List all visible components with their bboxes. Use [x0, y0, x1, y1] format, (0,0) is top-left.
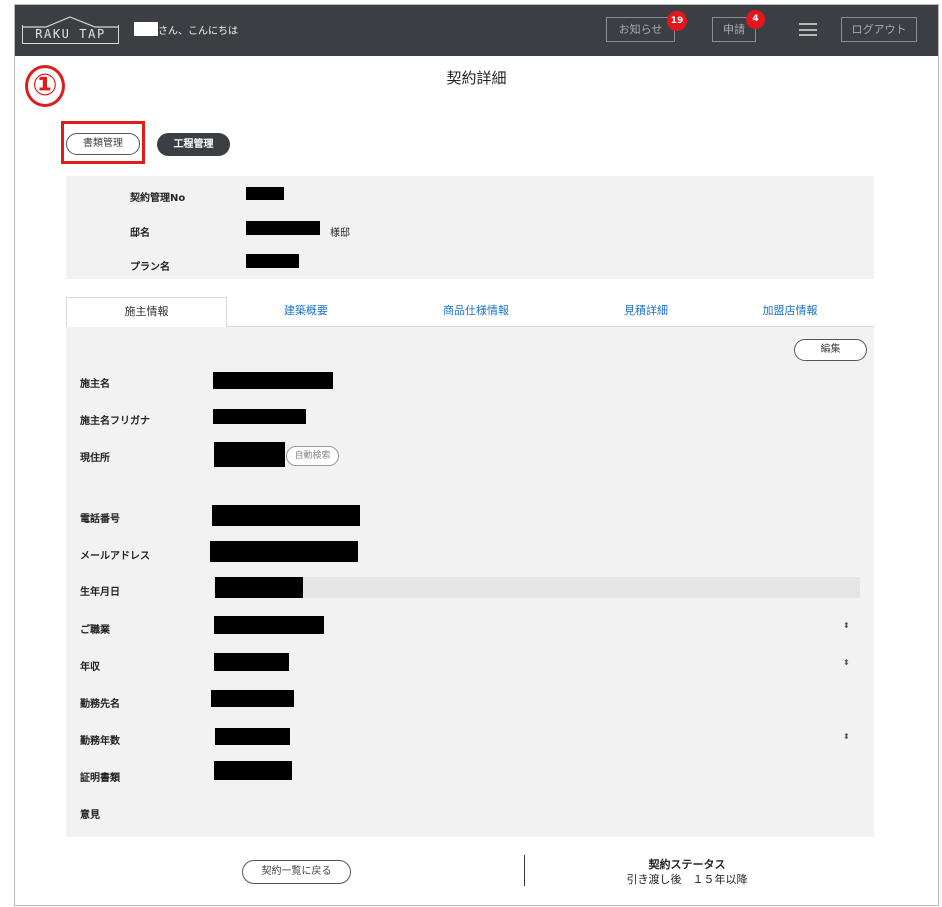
contract-status-value: 引き渡し後 １５年以降 [626, 873, 748, 886]
top-bar: RAKU TAP さん、こんにちは お知らせ 19 申請 4 ログアウト [15, 5, 938, 56]
income-redacted [214, 653, 289, 671]
tab-owner-info[interactable]: 施主情報 [66, 297, 227, 328]
residence-label: 邸名 [130, 228, 150, 239]
residence-redacted [246, 221, 320, 235]
years-select-chevron-icon[interactable]: ⬍ [843, 732, 850, 741]
occupation-select-chevron-icon[interactable]: ⬍ [843, 621, 850, 630]
owner-name-redacted [213, 372, 333, 389]
tab-estimate-detail[interactable]: 見積詳細 [576, 297, 716, 327]
contract-summary-panel: 契約管理No 邸名 様邸 プラン名 [66, 176, 874, 279]
email-redacted [210, 541, 358, 562]
process-button[interactable]: 工程管理 [157, 133, 230, 156]
notice-count-badge: 19 [667, 11, 687, 31]
plan-label: プラン名 [130, 262, 170, 273]
back-to-list-button[interactable]: 契約一覧に戻る [242, 860, 351, 884]
plan-redacted [246, 254, 299, 268]
logo-text: RAKU TAP [35, 27, 106, 41]
user-name-redacted [134, 22, 158, 36]
employer-label: 勤務先名 [80, 699, 120, 710]
logout-button[interactable]: ログアウト [841, 17, 917, 42]
certificates-label: 証明書類 [80, 773, 120, 784]
income-label: 年収 [80, 662, 100, 673]
email-label: メールアドレス [80, 551, 150, 562]
menu-icon[interactable] [799, 23, 817, 36]
address-label: 現住所 [80, 453, 110, 464]
tab-product-spec[interactable]: 商品仕様情報 [406, 297, 546, 327]
occupation-label: ご職業 [80, 625, 110, 636]
phone-redacted [212, 505, 360, 526]
phone-label: 電話番号 [80, 514, 120, 525]
annotation-marker: ① [25, 65, 65, 107]
certificates-redacted [214, 761, 292, 780]
logout-label: ログアウト [851, 23, 907, 36]
birthdate-field[interactable] [214, 577, 860, 598]
owner-detail-panel: 編集 施主名 施主名フリガナ 現住所 自動検索 電話番号 メールアドレス 生年月… [66, 327, 874, 837]
contract-no-redacted [246, 187, 284, 200]
notice-button[interactable]: お知らせ [606, 17, 675, 42]
documents-button[interactable]: 書類管理 [66, 133, 140, 155]
occupation-redacted [214, 616, 324, 634]
employer-redacted [211, 690, 294, 707]
years-employed-redacted [215, 728, 290, 745]
app-frame: RAKU TAP さん、こんにちは お知らせ 19 申請 4 ログアウト 契約詳… [14, 4, 939, 906]
opinion-label: 意見 [80, 810, 100, 821]
birthdate-redacted [215, 577, 303, 598]
residence-suffix: 様邸 [330, 228, 350, 239]
tab-building-overview[interactable]: 建築概要 [236, 297, 376, 327]
owner-kana-label: 施主名フリガナ [80, 416, 150, 427]
edit-button[interactable]: 編集 [794, 339, 867, 361]
notice-label: お知らせ [618, 23, 663, 36]
income-select-chevron-icon[interactable]: ⬍ [843, 658, 850, 667]
owner-name-label: 施主名 [80, 379, 110, 390]
greeting-text: さん、こんにちは [158, 26, 238, 37]
owner-kana-redacted [213, 409, 306, 424]
detail-tabs: 施主情報 建築概要 商品仕様情報 見積詳細 加盟店情報 [66, 297, 874, 328]
years-employed-label: 勤務年数 [80, 736, 120, 747]
page-title: 契約詳細 [446, 69, 507, 87]
tab-franchise-info[interactable]: 加盟店情報 [720, 297, 860, 327]
auto-search-button[interactable]: 自動検索 [286, 446, 339, 466]
address-redacted [214, 442, 285, 467]
request-label: 申請 [723, 23, 745, 36]
footer-divider [524, 855, 525, 886]
request-count-badge: 4 [746, 10, 765, 29]
raku-tap-logo[interactable]: RAKU TAP [22, 16, 119, 44]
contract-status-title: 契約ステータス [648, 858, 726, 871]
birthdate-label: 生年月日 [80, 587, 120, 598]
contract-no-label: 契約管理No [130, 193, 186, 204]
